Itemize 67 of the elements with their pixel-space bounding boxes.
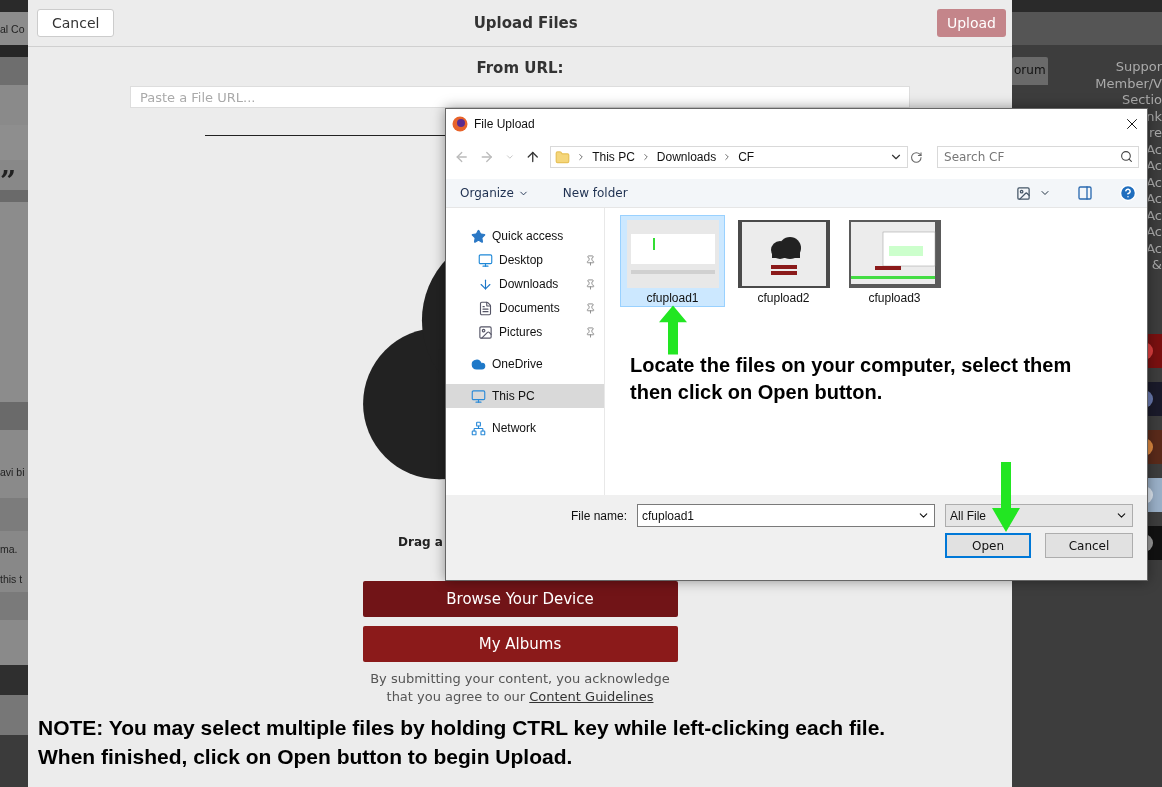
- instruction-text: then click on Open button.: [630, 380, 884, 406]
- nav-item[interactable]: OneDrive: [446, 352, 604, 376]
- page-text: this t: [0, 573, 23, 585]
- sidebar-text: re: [1148, 125, 1162, 142]
- quote-mark: ”: [0, 168, 17, 196]
- url-field[interactable]: Paste a File URL...: [130, 86, 910, 108]
- drag-text: Drag a: [398, 535, 443, 549]
- monitor-icon: [471, 388, 486, 404]
- sidebar-text: Member/V: [1095, 75, 1162, 92]
- sidebar-text: Sectio: [1121, 92, 1162, 109]
- page-section: [0, 695, 28, 735]
- breadcrumb[interactable]: Downloads: [656, 150, 717, 164]
- page-section: [0, 85, 28, 125]
- note-text: When finished, click on Open button to begin Upload.: [38, 743, 574, 770]
- breadcrumb[interactable]: This PC: [592, 150, 635, 164]
- nav-item[interactable]: Pictures: [446, 320, 604, 344]
- nav-item[interactable]: Downloads: [446, 272, 604, 296]
- star-icon: [471, 228, 486, 244]
- download-icon: [478, 276, 493, 292]
- preview-pane-icon[interactable]: [1077, 185, 1093, 201]
- sidebar-text: &: [1151, 257, 1162, 274]
- file-item[interactable]: cfupload2: [731, 215, 836, 307]
- breadcrumb[interactable]: CF: [738, 150, 755, 164]
- new-folder-button[interactable]: New folder: [558, 184, 632, 202]
- nav-item[interactable]: Documents: [446, 296, 604, 320]
- monitor-icon: [478, 252, 493, 268]
- nav-item[interactable]: Quick access: [446, 224, 604, 248]
- forum-tab[interactable]: orum: [1012, 57, 1048, 85]
- url-heading: From URL:: [476, 59, 564, 77]
- cloud-icon: [471, 356, 486, 372]
- cancel-button[interactable]: Cancel: [1045, 533, 1133, 558]
- page-text: avi bi: [0, 466, 25, 478]
- page-text: al Co: [0, 22, 25, 35]
- file-item[interactable]: cfupload1: [620, 215, 725, 307]
- modal-title: Upload Files: [473, 14, 578, 32]
- help-icon[interactable]: [1119, 184, 1137, 202]
- document-icon: [478, 300, 493, 316]
- organize-button[interactable]: Organize: [456, 184, 533, 202]
- refresh-icon[interactable]: [910, 150, 923, 164]
- address-bar[interactable]: This PC Downloads CF: [550, 146, 909, 168]
- disclaimer-text: that you agree to our: [386, 688, 526, 706]
- file-type-select[interactable]: All File: [945, 504, 1133, 527]
- sidebar-text: Suppor: [1115, 59, 1162, 76]
- network-icon: [471, 420, 486, 436]
- annotation-arrow: [658, 304, 688, 356]
- nav-item[interactable]: This PC: [446, 384, 604, 408]
- guidelines-link[interactable]: Content Guidelines: [529, 688, 654, 706]
- view-icon[interactable]: [1016, 185, 1031, 201]
- search-field[interactable]: Search CF: [937, 146, 1139, 168]
- open-button[interactable]: Open: [945, 533, 1031, 558]
- file-name-label: File name:: [570, 508, 627, 523]
- dialog-title: File Upload: [474, 117, 536, 131]
- image-icon: [478, 324, 493, 340]
- disclaimer-text: By submitting your content, you acknowledge: [370, 670, 670, 688]
- nav-item[interactable]: Network: [446, 416, 604, 440]
- browse-button[interactable]: Browse Your Device: [362, 581, 678, 617]
- cancel-button[interactable]: Cancel: [37, 9, 115, 37]
- note-text: NOTE: You may select multiple files by holding CTRL key while left-clicking each file.: [38, 715, 886, 741]
- file-name-field[interactable]: cfupload1: [637, 504, 935, 527]
- page-text: ma.: [0, 542, 18, 555]
- albums-button[interactable]: My Albums: [362, 626, 678, 662]
- browser-logo-icon: [452, 116, 468, 132]
- file-item[interactable]: cfupload3: [842, 215, 947, 307]
- search-icon: [1120, 150, 1133, 163]
- instruction-text: Locate the files on your computer, select them: [630, 353, 1072, 378]
- nav-item[interactable]: Desktop: [446, 248, 604, 272]
- folder-icon: [555, 149, 571, 165]
